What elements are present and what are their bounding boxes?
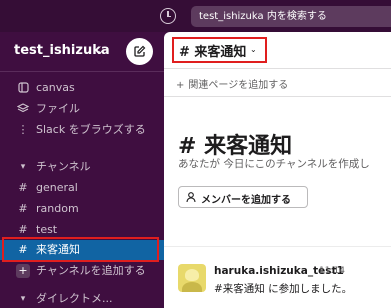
sidebar-item-label: canvas (36, 81, 75, 94)
files-icon (16, 99, 30, 121)
chevron-down-icon[interactable]: ⌄ (250, 45, 257, 54)
channel-header: # 来客通知 ⌄ (164, 32, 391, 69)
channel-label: general (36, 181, 78, 194)
sidebar-item-random[interactable]: # random (0, 199, 164, 219)
search-input[interactable]: test_ishizuka 内を検索する (191, 6, 391, 27)
compose-button[interactable] (126, 38, 153, 65)
add-channel-button[interactable]: + チャンネルを追加する (0, 261, 164, 281)
more-vertical-icon: ⋮ (17, 123, 29, 136)
channel-intro-description: あなたが 今日にこのチャンネルを作成し (178, 158, 370, 170)
channels-section-label: チャンネル (36, 160, 91, 173)
sidebar-item-canvas[interactable]: canvas (0, 78, 164, 98)
person-add-icon (186, 192, 196, 203)
plus-icon: + (176, 80, 185, 91)
dm-section-label: ダイレクトメ... (36, 292, 113, 305)
canvas-icon (16, 78, 30, 100)
divider (164, 96, 391, 97)
add-bookmark-button[interactable]: + 関連ページを追加する (176, 76, 288, 91)
sidebar-item-general[interactable]: # general (0, 178, 164, 198)
clock-icon[interactable] (160, 8, 176, 24)
caret-down-icon: ▾ (20, 162, 26, 172)
avatar-face (185, 269, 199, 281)
divider (164, 246, 391, 247)
hash-icon: # (18, 181, 28, 194)
avatar[interactable] (178, 264, 206, 292)
chevron-down-icon[interactable]: ⌄ (97, 46, 104, 55)
add-channel-label: チャンネルを追加する (36, 264, 146, 277)
message-timestamp[interactable]: 11:14 (319, 266, 345, 276)
compose-icon (134, 45, 146, 57)
add-member-label: メンバーを追加する (201, 195, 291, 206)
highlight-box (2, 237, 159, 262)
caret-down-icon: ▾ (20, 294, 26, 304)
hash-icon: # (18, 202, 28, 215)
sidebar-item-browse[interactable]: ⋮ Slack をブラウズする (0, 120, 164, 140)
dm-section-header[interactable]: ▾ ダイレクトメ... (0, 289, 164, 308)
channel-title-button[interactable]: # 来客通知 (179, 41, 246, 60)
channel-label: random (36, 202, 79, 215)
message-text: #来客通知 に参加しました。 (214, 283, 353, 295)
add-bookmark-label: 関連ページを追加する (188, 80, 289, 91)
sidebar-item-label: Slack をブラウズする (36, 123, 146, 136)
sidebar-item-label: ファイル (36, 102, 80, 115)
avatar-body (182, 282, 202, 292)
plus-icon: + (16, 264, 30, 278)
channels-section-header[interactable]: ▾ チャンネル (0, 157, 164, 177)
sidebar: test_ishizuka ⌄ canvas ファイル ⋮ Slack をブラウ… (0, 32, 164, 308)
sidebar-item-files[interactable]: ファイル (0, 99, 164, 119)
workspace-header: test_ishizuka ⌄ (0, 32, 164, 72)
top-bar: test_ishizuka 内を検索する (0, 0, 391, 32)
add-member-button[interactable]: メンバーを追加する (178, 186, 308, 208)
workspace-name[interactable]: test_ishizuka (14, 43, 110, 58)
channel-pane: # 来客通知 ⌄ + 関連ページを追加する # 来客通知 あなたが 今日にこのチャ… (164, 32, 391, 308)
